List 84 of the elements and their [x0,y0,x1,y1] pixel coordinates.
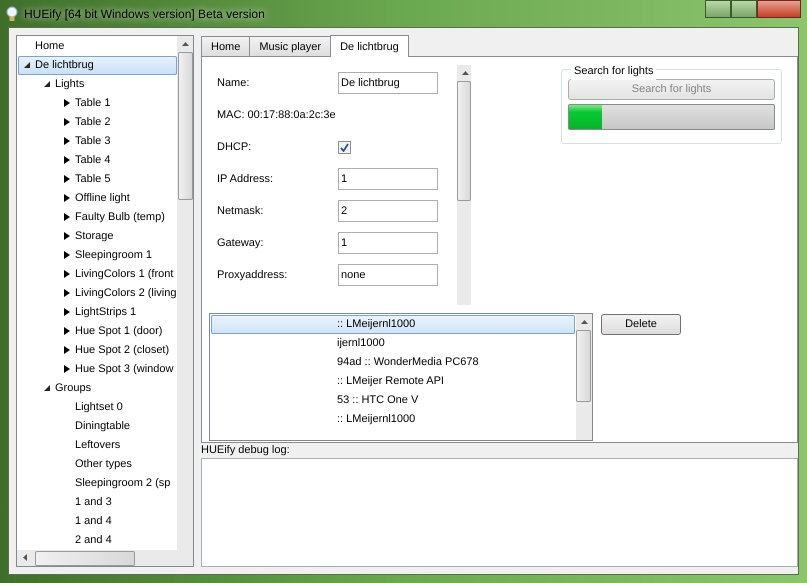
tree-item-label[interactable]: Table 1 [75,95,110,112]
collapsed-arrow-icon[interactable] [63,365,70,374]
collapsed-arrow-icon[interactable] [63,270,70,278]
collapsed-arrow-icon[interactable] [63,289,70,298]
collapsed-arrow-icon[interactable] [63,137,70,146]
tree-item-label[interactable]: Leftovers [75,437,120,454]
input-field[interactable]: 1 [338,232,438,254]
collapsed-arrow-icon[interactable] [63,213,70,222]
collapsed-arrow-icon[interactable] [63,156,70,164]
collapsed-arrow-icon[interactable] [63,118,70,126]
collapsed-arrow-icon[interactable] [63,194,70,202]
tree-item-label[interactable]: Diningtable [75,418,130,435]
debug-log-label: HUEify debug log: [201,443,291,458]
tree-item-label[interactable]: Groups [55,380,92,397]
scroll-up-icon[interactable] [182,42,188,46]
expanded-arrow-icon[interactable] [23,61,30,70]
maximize-button[interactable] [731,0,757,18]
field-label: Proxyaddress: [217,268,288,283]
selection-highlight[interactable]: De lichtbrug [18,56,177,75]
collapsed-arrow-icon[interactable] [63,175,70,184]
field-label: Netmask: [217,204,264,219]
expanded-arrow-icon[interactable] [43,80,50,88]
checkbox[interactable] [338,140,351,154]
collapsed-arrow-icon[interactable] [63,99,70,108]
tree-item-label[interactable]: Sleepingroom 2 (sp [75,475,170,492]
field-label: DHCP: [217,140,252,155]
field-label: Gateway: [217,236,264,251]
tree-item-label[interactable]: Table 3 [75,133,110,150]
tree-item-label[interactable]: Hue Spot 1 (door) [75,323,162,340]
close-button[interactable] [757,0,801,18]
minimize-button[interactable] [705,0,731,18]
window-title: HUEify [64 bit Windows version] Beta version [24,6,265,22]
tree-item-label[interactable]: Hue Spot 3 (window [75,361,174,378]
vertical-scrollbar[interactable] [576,314,592,440]
tree-item-label[interactable]: Table 5 [75,171,110,188]
vertical-scrollbar[interactable] [177,36,193,550]
tree-item-label[interactable]: LivingColors 1 (front [75,266,174,283]
tree-item-label[interactable]: Offline light [75,190,130,207]
tree-item-label[interactable]: 2 and 4 [75,532,112,549]
collapsed-arrow-icon[interactable] [63,251,70,260]
tree-item-label[interactable]: Lights [55,76,84,93]
tree-item-label[interactable]: Other types [75,456,132,473]
scroll-left-icon[interactable] [23,554,27,562]
tree-item-label[interactable]: Lightset 0 [75,399,123,416]
horizontal-scrollbar[interactable] [17,550,177,566]
mac-address-text: MAC: 00:17:88:0a:2c:3e [217,108,336,123]
tree-item-label[interactable]: Faulty Bulb (temp) [75,209,165,226]
scroll-up-icon[interactable] [462,70,468,75]
input-field[interactable]: De lichtbrug [338,72,438,94]
expanded-arrow-icon[interactable] [43,384,50,392]
tree-item-label[interactable]: 1 and 3 [75,494,112,511]
input-field[interactable]: 1 [338,168,438,190]
scroll-up-icon[interactable] [580,320,588,324]
tab[interactable]: Music player [249,36,332,57]
lightbulb-icon [6,6,18,22]
tree-item-label[interactable]: LivingColors 2 (living [75,285,176,302]
list-item[interactable]: :: LMeijernl1000 [211,315,575,334]
tree-item-label[interactable]: Hue Spot 2 (closet) [75,342,170,359]
list-item[interactable]: 53 :: HTC One V [211,391,575,410]
collapsed-arrow-icon[interactable] [63,346,70,354]
tree-item-label[interactable]: Table 2 [75,114,110,131]
collapsed-arrow-icon[interactable] [63,232,70,240]
list-item[interactable]: :: LMeijernl1000 [211,410,575,429]
tree-item-label[interactable]: De lichtbrug [35,57,94,74]
tree-item-label[interactable]: Storage [75,228,114,245]
group-title: Search for lights [571,63,656,80]
collapsed-arrow-icon[interactable] [63,308,70,316]
tab[interactable]: De lichtbrug [330,35,409,57]
field-label: Name: [217,76,250,91]
tree-item-label[interactable]: Home [35,38,64,55]
tree-item-label[interactable]: Table 4 [75,152,110,169]
delete-button[interactable]: Delete [601,314,681,335]
tab[interactable]: Home [201,36,250,57]
list-item[interactable]: ijernl1000 [211,334,575,353]
tree-item-label[interactable]: Sleepingroom 1 [75,247,152,264]
field-label: IP Address: [217,172,274,187]
input-field[interactable]: 2 [338,200,438,222]
tree-item-label[interactable]: LightStrips 1 [75,304,136,321]
vertical-scrollbar[interactable] [457,65,471,305]
list-item[interactable]: :: LMeijer Remote API [211,372,575,391]
list-item[interactable]: 94ad :: WonderMedia PC678 [211,353,575,372]
collapsed-arrow-icon[interactable] [63,327,70,336]
tree-item-label[interactable]: 1 and 4 [75,513,112,530]
input-field[interactable]: none [338,264,438,286]
